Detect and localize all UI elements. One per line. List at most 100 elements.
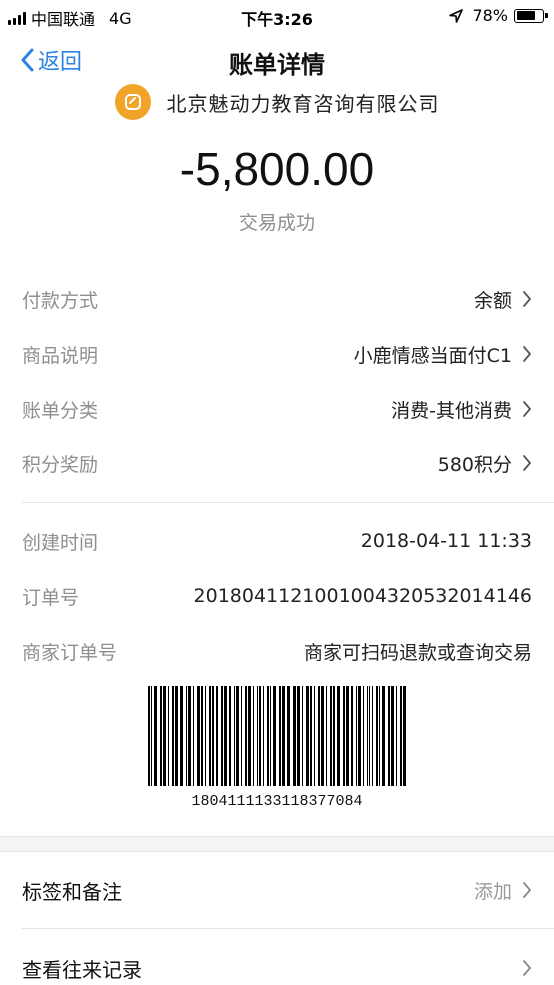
barcode-bar [151, 686, 152, 786]
section-gap [0, 836, 554, 852]
barcode-bar [212, 686, 214, 786]
detail-label: 积分奖励 [22, 453, 99, 476]
barcode-bar [175, 686, 178, 786]
barcode-bar [356, 686, 357, 786]
detail-row-order-number: 订单号 20180411210010043205320141​46 [0, 576, 554, 616]
barcode-bar [245, 686, 247, 786]
detail-value: 商家可扫码退款或查询交易 [303, 641, 532, 664]
barcode-bar [330, 686, 332, 786]
barcode-bar [188, 686, 191, 786]
detail-label: 商家订单号 [22, 641, 118, 664]
barcode-bar [302, 686, 303, 786]
history-records-row[interactable]: 查看往来记录 [0, 940, 554, 985]
transaction-amount: -5,800.00 [179, 143, 375, 195]
barcode-bar [205, 686, 206, 786]
barcode-bar [270, 686, 271, 786]
barcode-bar [343, 686, 345, 786]
barcode-bar [396, 686, 397, 786]
history-records-label: 查看往来记录 [22, 957, 142, 982]
battery-level [516, 11, 536, 20]
add-tag-link[interactable]: 添加 [474, 877, 512, 904]
barcode-number: 1804111133118377084 [191, 793, 363, 810]
tags-notes-label: 标签和备注 [22, 879, 122, 904]
barcode-bar [379, 686, 380, 786]
detail-row-created-time: 创建时间 2018-04-11 11:33 [0, 521, 554, 561]
barcode-bar [297, 686, 300, 786]
barcode-bar [172, 686, 174, 786]
barcode-image [148, 686, 406, 786]
battery-icon [514, 8, 548, 23]
barcode-bar [236, 686, 239, 786]
barcode-bar [391, 686, 394, 786]
barcode-bar [333, 686, 335, 786]
barcode-bar [282, 686, 285, 786]
barcode-bar [259, 686, 261, 786]
barcode-bar [186, 686, 187, 786]
barcode-bar [193, 686, 194, 786]
nav-bar: 返回 账单详情 [0, 30, 554, 92]
detail-value: 580积分 [437, 453, 512, 476]
barcode-bar [321, 686, 324, 786]
detail-value: 余额 [473, 289, 512, 312]
barcode-bar [163, 686, 166, 786]
battery-percent: 78% [472, 6, 508, 25]
barcode-bar [241, 686, 242, 786]
chevron-right-icon [523, 401, 531, 417]
barcode-bar [293, 686, 296, 786]
merchant-row: 北京魅动力教育咨询有限公司 [0, 84, 554, 120]
barcode-bar [403, 686, 406, 786]
bill-detail-screen: 中国联通 4G 下午3:26 78% 返回 账单详情 北京魅动力教育咨询有限公司… [0, 0, 554, 985]
status-right: 78% [448, 6, 548, 25]
barcode-bar [253, 686, 254, 786]
barcode-bar [382, 686, 385, 786]
barcode-bar [287, 686, 290, 786]
detail-label: 创建时间 [22, 531, 99, 554]
detail-row-points[interactable]: 积分奖励 580积分 [0, 443, 554, 483]
barcode-bar [363, 686, 364, 786]
barcode-bar [310, 686, 312, 786]
barcode-bar [358, 686, 361, 786]
barcode-bar [314, 686, 315, 786]
barcode-bar [337, 686, 340, 786]
barcode-bar [326, 686, 327, 786]
detail-value: 2018-04-11 11:33 [360, 530, 532, 552]
barcode-bar [168, 686, 169, 786]
detail-row-product[interactable]: 商品说明 小鹿情感当面付C1 [0, 334, 554, 374]
barcode-bar [388, 686, 390, 786]
detail-label: 商品说明 [22, 344, 99, 367]
detail-label: 账单分类 [22, 399, 99, 422]
transaction-status: 交易成功 [238, 212, 315, 234]
detail-row-category[interactable]: 账单分类 消费-其他消费 [0, 389, 554, 429]
merchant-name: 北京魅动力教育咨询有限公司 [166, 91, 440, 116]
detail-label: 订单号 [22, 586, 80, 609]
barcode-bar [279, 686, 281, 786]
chevron-right-icon [523, 882, 531, 898]
barcode-bar [376, 686, 378, 786]
detail-row-payment-method[interactable]: 付款方式 余额 [0, 279, 554, 319]
location-arrow-icon [449, 8, 464, 23]
barcode-bar [306, 686, 309, 786]
page-title: 账单详情 [229, 51, 325, 79]
barcode-bar [318, 686, 320, 786]
tags-notes-row[interactable]: 标签和备注 添加 [0, 862, 554, 918]
barcode-bar [234, 686, 235, 786]
barcode-bar [273, 686, 276, 786]
barcode-bar [160, 686, 162, 786]
barcode-bar [257, 686, 258, 786]
barcode-bar [221, 686, 223, 786]
chevron-right-icon [523, 346, 531, 362]
chevron-right-icon [523, 960, 531, 976]
barcode-bar [148, 686, 150, 786]
barcode-bar [248, 686, 251, 786]
barcode-bar [369, 686, 370, 786]
chevron-right-icon [523, 291, 531, 307]
barcode-bar [372, 686, 373, 786]
status-bar: 中国联通 4G 下午3:26 78% [0, 0, 554, 30]
chevron-right-icon [523, 455, 531, 471]
detail-label: 付款方式 [22, 289, 99, 312]
barcode-bar [154, 686, 157, 786]
barcode-bar [180, 686, 183, 786]
barcode-bar [197, 686, 200, 786]
barcode-bar [351, 686, 353, 786]
detail-value: 消费-其他消费 [391, 399, 512, 422]
